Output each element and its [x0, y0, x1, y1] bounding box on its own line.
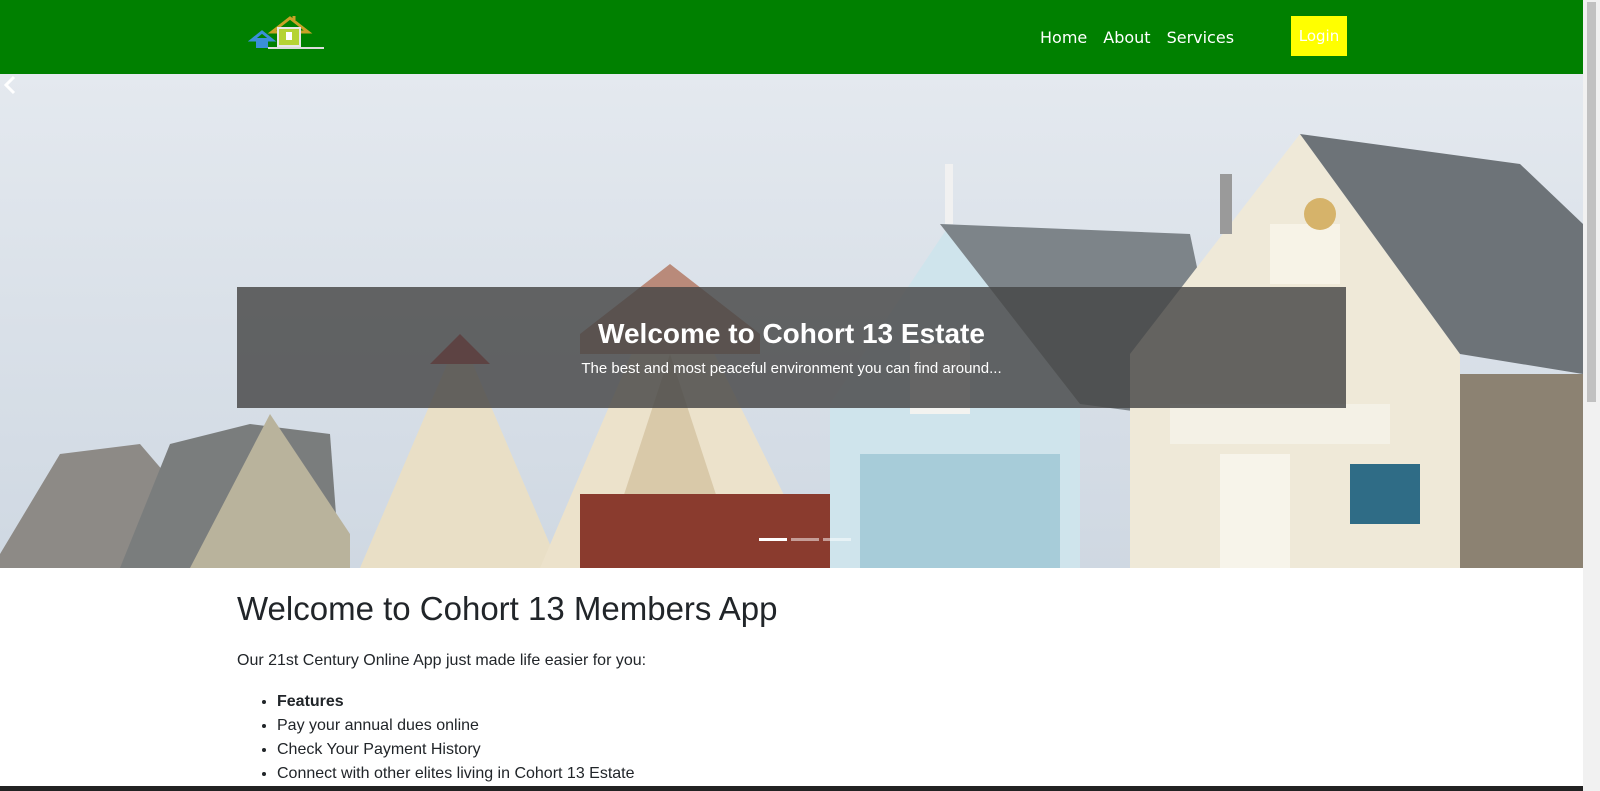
page-title: Welcome to Cohort 13 Members App [237, 590, 778, 627]
features-title: Features [277, 690, 1346, 714]
carousel-indicator-3[interactable] [823, 538, 851, 541]
vertical-scrollbar[interactable] [1583, 0, 1600, 791]
nav-about[interactable]: About [1103, 28, 1150, 47]
carousel-prev-icon[interactable] [0, 74, 22, 96]
nav-services[interactable]: Services [1167, 28, 1234, 47]
page-bottom-edge [0, 786, 1583, 791]
carousel-indicators [759, 538, 851, 541]
hero-title: Welcome to Cohort 13 Estate [598, 318, 985, 349]
hero-subtitle: The best and most peaceful environment y… [581, 360, 1002, 377]
intro-text: Our 21st Century Online App just made li… [237, 652, 647, 669]
top-navbar: Home About Services Login [0, 0, 1583, 74]
features-list: Features Pay your annual dues online Che… [237, 690, 1346, 786]
login-button[interactable]: Login [1291, 16, 1347, 56]
hero-caption: Welcome to Cohort 13 Estate The best and… [237, 287, 1346, 408]
hero-carousel: Welcome to Cohort 13 Estate The best and… [0, 74, 1583, 568]
carousel-indicator-1[interactable] [759, 538, 787, 541]
house-logo-icon[interactable] [248, 14, 328, 54]
carousel-indicator-2[interactable] [791, 538, 819, 541]
list-item: Check Your Payment History [277, 738, 1346, 762]
nav-home[interactable]: Home [1040, 28, 1087, 47]
list-item: Connect with other elites living in Coho… [277, 762, 1346, 786]
scrollbar-thumb[interactable] [1587, 2, 1596, 402]
list-item: Pay your annual dues online [277, 714, 1346, 738]
main-content: Welcome to Cohort 13 Members App Our 21s… [237, 590, 1346, 786]
